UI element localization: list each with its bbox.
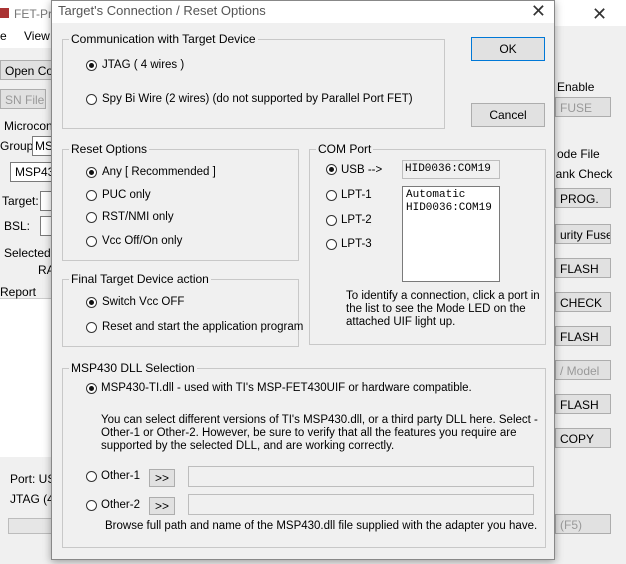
- com-port-group: COM Port USB --> HID0036:COM19 LPT-1 LPT…: [309, 142, 546, 345]
- dialog-title-bar: Target's Connection / Reset Options ✕: [52, 1, 554, 23]
- cancel-button[interactable]: Cancel: [471, 103, 545, 127]
- spy-bi-wire-label: Spy Bi Wire (2 wires) (do not supported …: [102, 93, 413, 105]
- com-port-help: To identify a connection, click a port i…: [346, 290, 540, 328]
- flash-button-1[interactable]: FLASH: [555, 258, 611, 278]
- mode-file-label[interactable]: ode File: [557, 147, 600, 161]
- menu-item-edit[interactable]: e: [0, 29, 7, 43]
- communication-legend: Communication with Target Device: [69, 32, 258, 46]
- lpt3-label: LPT-3: [341, 238, 372, 250]
- reset-any-radio[interactable]: [86, 167, 97, 178]
- dll-other2-radio[interactable]: [86, 500, 97, 511]
- app-icon: [0, 8, 9, 18]
- background-close-icon[interactable]: ✕: [592, 4, 607, 25]
- reset-options-legend: Reset Options: [69, 142, 150, 156]
- jtag-label: JTAG ( 4 wires ): [102, 59, 185, 71]
- progress-bar: [8, 518, 56, 534]
- copy-button[interactable]: COPY: [555, 428, 611, 448]
- switch-vcc-off-radio[interactable]: [86, 297, 97, 308]
- security-fuse-button[interactable]: urity Fuse: [555, 224, 611, 244]
- blank-check-label[interactable]: lank Check: [553, 167, 612, 181]
- jtag-radio[interactable]: [86, 60, 97, 71]
- lpt2-radio[interactable]: [326, 215, 337, 226]
- lpt3-radio[interactable]: [326, 239, 337, 250]
- menu-item-view[interactable]: View: [24, 29, 50, 43]
- other1-path-field[interactable]: [188, 466, 534, 487]
- reset-rst-nmi-radio[interactable]: [86, 212, 97, 223]
- dll-other1-radio[interactable]: [86, 471, 97, 482]
- switch-vcc-off-label: Switch Vcc OFF: [102, 296, 185, 308]
- communication-group: Communication with Target Device JTAG ( …: [62, 32, 445, 129]
- dll-selection-group: MSP430 DLL Selection MSP430-TI.dll - use…: [62, 361, 546, 548]
- reset-options-group: Reset Options Any [ Recommended ] PUC on…: [62, 142, 299, 261]
- f5-button[interactable]: (F5): [555, 514, 611, 534]
- other2-browse-button[interactable]: >>: [149, 497, 175, 515]
- dll-other1-label: Other-1: [101, 470, 140, 482]
- final-action-group: Final Target Device action Switch Vcc OF…: [62, 272, 303, 347]
- report-panel: Report: [0, 285, 52, 457]
- dll-footer-text: Browse full path and name of the MSP430.…: [105, 520, 538, 532]
- dll-other2-label: Other-2: [101, 499, 140, 511]
- dll-ti-radio[interactable]: [86, 383, 97, 394]
- lpt2-label: LPT-2: [341, 214, 372, 226]
- dialog-close-icon[interactable]: ✕: [531, 1, 546, 22]
- reset-vcc-label: Vcc Off/On only: [102, 235, 183, 247]
- microcontroller-label: Microcont: [4, 119, 57, 133]
- list-item[interactable]: HID0036:COM19: [406, 202, 496, 215]
- flash-button-2[interactable]: FLASH: [555, 326, 611, 346]
- background-menu-bar: e View: [0, 26, 52, 48]
- reset-puc-label: PUC only: [102, 189, 151, 201]
- dll-description: You can select different versions of TI'…: [101, 414, 538, 452]
- target-label: Target:: [2, 194, 39, 208]
- reset-start-label: Reset and start the application program: [102, 321, 304, 333]
- reset-puc-radio[interactable]: [86, 190, 97, 201]
- other2-path-field[interactable]: [188, 494, 534, 515]
- usb-radio[interactable]: [326, 164, 337, 175]
- final-action-legend: Final Target Device action: [69, 272, 211, 286]
- reset-vcc-radio[interactable]: [86, 236, 97, 247]
- usb-label: USB -->: [341, 164, 383, 176]
- sn-file-button[interactable]: SN File: [0, 89, 46, 109]
- microcontroller-select[interactable]: MSP43: [10, 162, 54, 182]
- model-button[interactable]: / Model: [555, 360, 611, 380]
- lpt1-radio[interactable]: [326, 190, 337, 201]
- usb-port-field: HID0036:COM19: [402, 160, 500, 179]
- report-label: Report: [0, 285, 37, 299]
- lpt1-label: LPT-1: [341, 189, 372, 201]
- connection-options-dialog: Target's Connection / Reset Options ✕ Co…: [51, 0, 555, 560]
- reset-any-label: Any [ Recommended ]: [102, 166, 216, 178]
- fuse-button[interactable]: FUSE: [555, 97, 611, 117]
- com-port-legend: COM Port: [316, 142, 374, 156]
- reset-rst-nmi-label: RST/NMI only: [102, 211, 174, 223]
- flash-button-3[interactable]: FLASH: [555, 394, 611, 414]
- check-button[interactable]: CHECK: [555, 292, 611, 312]
- dialog-title: Target's Connection / Reset Options: [58, 3, 266, 18]
- selected-label: Selected I: [4, 246, 58, 260]
- reset-start-radio[interactable]: [86, 322, 97, 333]
- bsl-label: BSL:: [4, 219, 31, 233]
- dll-ti-label: MSP430-TI.dll - used with TI's MSP-FET43…: [101, 382, 472, 394]
- ok-button[interactable]: OK: [471, 37, 545, 61]
- prog-button[interactable]: PROG.: [555, 188, 611, 208]
- spy-bi-wire-radio[interactable]: [86, 94, 97, 105]
- open-code-button[interactable]: Open Cod: [0, 60, 54, 80]
- list-item[interactable]: Automatic: [406, 189, 496, 202]
- port-list[interactable]: Automatic HID0036:COM19: [402, 186, 500, 282]
- dll-selection-legend: MSP430 DLL Selection: [69, 361, 197, 375]
- other1-browse-button[interactable]: >>: [149, 469, 175, 487]
- enable-checkbox-label[interactable]: Enable: [557, 80, 594, 94]
